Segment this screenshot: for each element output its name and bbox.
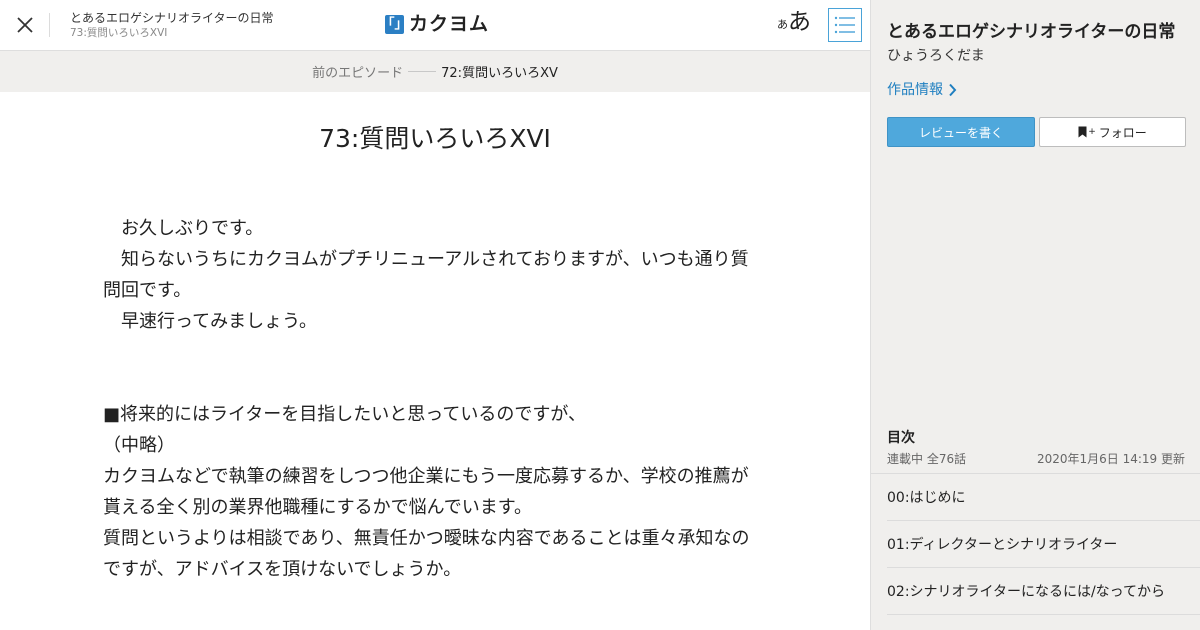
follow-label: フォロー <box>1098 125 1147 140</box>
toc-updated: 2020年1月6日 14:19 更新 <box>1036 452 1185 466</box>
font-size-small-glyph: あ <box>777 18 788 31</box>
header-titles: とあるエロゲシナリオライターの日常 73:質問いろいろXVI <box>70 10 274 41</box>
toc-list: 00:はじめに 01:ディレクターとシナリオライター 02:シナリオライターにな… <box>887 474 1200 615</box>
header-episode-title: 73:質問いろいろXVI <box>70 27 168 39</box>
close-icon <box>17 17 33 33</box>
close-button[interactable] <box>14 14 36 36</box>
body-paragraph: 質問というよりは相談であり、無責任かつ曖昧な内容であることは重々承知なのですが、… <box>103 528 750 580</box>
previous-episode-divider <box>408 71 437 72</box>
toc-heading: 目次 <box>887 430 915 446</box>
work-info-link[interactable]: 作品情報 <box>887 80 957 100</box>
work-sidebar: とあるエロゲシナリオライターの日常 ひょうろくだま 作品情報 レビューを書く +… <box>870 0 1200 630</box>
kakuyomu-logo[interactable]: 「」 カクヨム <box>381 13 490 35</box>
previous-episode-bar[interactable]: 前のエピソード 72:質問いろいろXV <box>0 51 870 92</box>
logo-mark-icon: 「」 <box>381 14 408 34</box>
episode-title: 73:質問いろいろXVI <box>319 124 551 153</box>
body-paragraph: お久しぶりです。 <box>103 218 264 239</box>
write-review-button[interactable]: レビューを書く <box>887 117 1035 147</box>
logo-text: カクヨム <box>409 13 490 35</box>
previous-episode-link[interactable]: 72:質問いろいろXV <box>441 62 558 81</box>
font-size-large-glyph: あ <box>788 9 811 35</box>
list-icon <box>834 16 855 34</box>
work-info-label: 作品情報 <box>887 82 943 98</box>
episode-content: 73:質問いろいろXVI お久しぶりです。 知らないうちにカクヨムがプチリニュー… <box>0 92 870 630</box>
body-paragraph: 知らないうちにカクヨムがプチリニューアルされておりますが、いつも通り質問回です。 <box>103 249 749 301</box>
toc-item[interactable]: 00:はじめに <box>887 474 1200 521</box>
previous-episode-label: 前のエピソード <box>312 66 404 81</box>
body-paragraph: 早速行ってみましょう。 <box>103 311 318 332</box>
episode-body: お久しぶりです。 知らないうちにカクヨムがプチリニューアルされておりますが、いつ… <box>103 213 755 585</box>
reader-header: とあるエロゲシナリオライターの日常 73:質問いろいろXVI 「」 カクヨム あ… <box>0 0 870 51</box>
header-divider <box>49 13 50 37</box>
body-paragraph: ■将来的にはライターを目指したいと思っているのですが、 <box>103 404 587 425</box>
body-paragraph: カクヨムなどで執筆の練習をしつつ他企業にもう一度応募するか、学校の推薦が貰える全… <box>103 466 749 518</box>
toc-status: 連載中 全76話 <box>887 452 967 466</box>
sidebar-author[interactable]: ひょうろくだま <box>887 46 985 66</box>
bookmark-icon <box>1078 126 1087 138</box>
font-size-button[interactable]: あ あ <box>777 9 811 35</box>
toc-item[interactable]: 01:ディレクターとシナリオライター <box>887 521 1200 568</box>
follow-button[interactable]: + フォロー <box>1039 117 1186 147</box>
body-paragraph: （中略） <box>103 435 175 456</box>
sidebar-work-title[interactable]: とあるエロゲシナリオライターの日常 <box>887 20 1191 44</box>
toc-toggle-button[interactable] <box>828 8 862 42</box>
toc-item[interactable]: 02:シナリオライターになるには/なってから <box>887 568 1200 615</box>
chevron-right-icon <box>949 83 957 97</box>
follow-plus: + <box>1088 126 1096 137</box>
body-blank-line <box>103 337 755 368</box>
body-blank-line <box>103 368 755 399</box>
header-work-title[interactable]: とあるエロゲシナリオライターの日常 <box>70 10 274 26</box>
